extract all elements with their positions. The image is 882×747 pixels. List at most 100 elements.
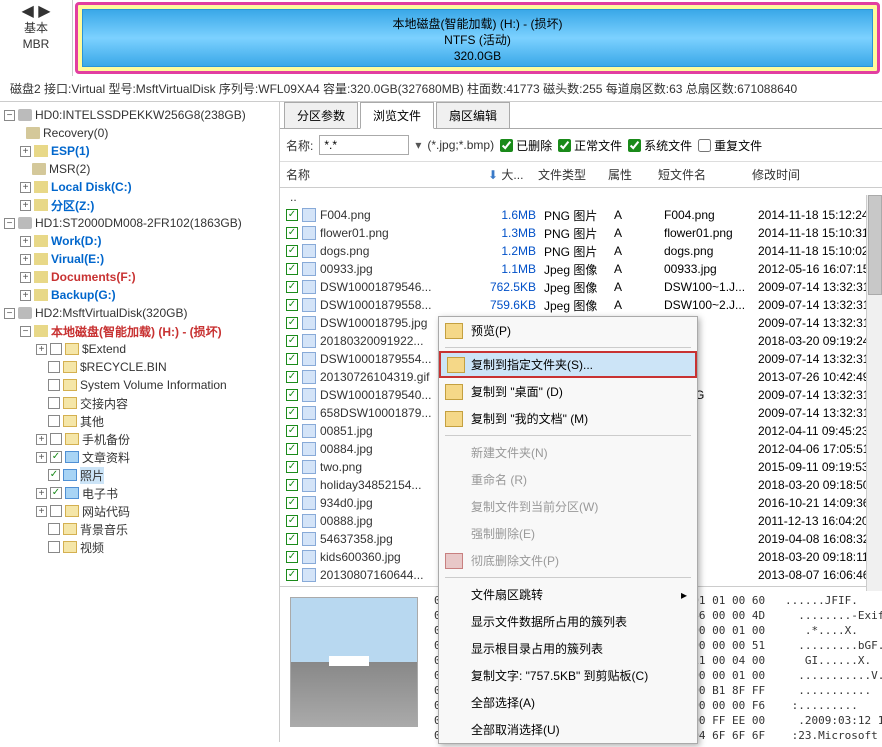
row-checkbox[interactable] [286,335,298,347]
menu-show-root-clusters[interactable]: 显示根目录占用的簇列表 [439,635,697,662]
row-checkbox[interactable] [286,371,298,383]
tree-hd2[interactable]: HD2:MsftVirtualDisk(320GB) [35,306,187,320]
menu-copy-current: 复制文件到当前分区(W) [439,493,697,520]
filter-hint: (*.jpg;*.bmp) [427,138,494,152]
table-row[interactable]: F004.png1.6MBPNG 图片AF004.png2014-11-18 1… [280,206,882,224]
tab-browse-files[interactable]: 浏览文件 [360,102,434,129]
chk-normal[interactable] [558,139,571,152]
row-checkbox[interactable] [286,569,298,581]
row-checkbox[interactable] [286,533,298,545]
menu-show-clusters[interactable]: 显示文件数据所占用的簇列表 [439,608,697,635]
menu-sector-jump[interactable]: 文件扇区跳转▸ [439,581,697,608]
disk-tree[interactable]: −HD0:INTELSSDPEKKW256G8(238GB) Recovery(… [0,102,280,742]
menu-select-all[interactable]: 全部选择(A) [439,689,697,716]
preview-icon [445,323,463,339]
file-icon [302,316,316,330]
tree-wangzhan[interactable]: 网站代码 [82,503,130,520]
row-checkbox[interactable] [286,443,298,455]
scrollbar[interactable] [866,195,882,591]
name-filter-input[interactable] [319,135,409,155]
row-checkbox[interactable] [286,515,298,527]
row-checkbox[interactable] [286,281,298,293]
col-attr[interactable]: 属性 [602,164,652,185]
menu-copy-to-folder[interactable]: 复制到指定文件夹(S)... [439,351,697,378]
menu-copy-documents[interactable]: 复制到 "我的文档" (M) [439,405,697,432]
tree-shipin[interactable]: 视频 [80,539,104,556]
tree-zhaopian[interactable]: 照片 [80,467,104,484]
table-row[interactable]: dogs.png1.2MBPNG 图片Adogs.png2014-11-18 1… [280,242,882,260]
file-icon [302,388,316,402]
row-checkbox[interactable] [286,389,298,401]
partition-size: 320.0GB [83,48,872,64]
tree-beijing[interactable]: 背景音乐 [80,521,128,538]
row-checkbox[interactable] [286,245,298,257]
tree-dianzi[interactable]: 电子书 [82,485,118,502]
row-checkbox[interactable] [286,425,298,437]
tree-workd[interactable]: Work(D:) [51,234,101,248]
chk-duplicate[interactable] [698,139,711,152]
row-checkbox[interactable] [286,407,298,419]
col-date[interactable]: 修改时间 [746,164,806,185]
menu-force-delete: 强制删除(E) [439,520,697,547]
tree-qita[interactable]: 其他 [80,413,104,430]
table-row[interactable]: DSW10001879546...762.5KBJpeg 图像ADSW100~1… [280,278,882,296]
tree-backupg[interactable]: Backup(G:) [51,288,116,302]
tree-shouji[interactable]: 手机备份 [82,431,130,448]
tab-partition-params[interactable]: 分区参数 [284,102,358,128]
menu-copy-text[interactable]: 复制文字: "757.5KB" 到剪贴板(C) [439,662,697,689]
file-icon [302,334,316,348]
tree-jiaohu[interactable]: 交接内容 [80,395,128,412]
tree-docsf[interactable]: Documents(F:) [51,270,136,284]
col-name[interactable]: 名称 [280,164,482,185]
tree-partz[interactable]: 分区(Z:) [51,197,94,214]
table-row[interactable]: flower01.png1.3MBPNG 图片Aflower01.png2014… [280,224,882,242]
tree-hd0[interactable]: HD0:INTELSSDPEKKW256G8(238GB) [35,108,246,122]
file-icon [302,262,316,276]
row-checkbox[interactable] [286,209,298,221]
table-row[interactable]: DSW10001879558...759.6KBJpeg 图像ADSW100~2… [280,296,882,314]
column-headers[interactable]: 名称 ⬇ 大... 文件类型 属性 短文件名 修改时间 [280,162,882,188]
partition-bar[interactable]: 本地磁盘(智能加载) (H:) - (损坏) NTFS (活动) 320.0GB [75,2,880,74]
tree-recycle[interactable]: $RECYCLE.BIN [80,360,167,374]
col-type[interactable]: 文件类型 [532,164,602,185]
file-icon [302,532,316,546]
row-checkbox[interactable] [286,353,298,365]
tree-localh[interactable]: 本地磁盘(智能加载) (H:) - (损坏) [51,323,222,340]
row-checkbox[interactable] [286,317,298,329]
tree-localc[interactable]: Local Disk(C:) [51,180,132,194]
row-checkbox[interactable] [286,299,298,311]
chk-deleted[interactable] [500,139,513,152]
row-checkbox[interactable] [286,551,298,563]
chk-system[interactable] [628,139,641,152]
file-icon [302,514,316,528]
tree-esp[interactable]: ESP(1) [51,144,90,158]
row-checkbox[interactable] [286,497,298,509]
tree-wenzhang[interactable]: 文章资料 [82,449,130,466]
col-size[interactable]: 大... [501,166,523,183]
menu-copy-desktop[interactable]: 复制到 "桌面" (D) [439,378,697,405]
delete-icon [445,553,463,569]
nav-arrows[interactable]: ◀ ▶ [0,4,72,20]
tree-extend[interactable]: $Extend [82,342,126,356]
row-checkbox[interactable] [286,263,298,275]
col-short[interactable]: 短文件名 [652,164,746,185]
tab-sector-edit[interactable]: 扇区编辑 [436,102,510,128]
context-menu: 预览(P) 复制到指定文件夹(S)... 复制到 "桌面" (D) 复制到 "我… [438,316,698,744]
menu-deselect-all[interactable]: 全部取消选择(U) [439,716,697,743]
tree-sysvol[interactable]: System Volume Information [80,378,227,392]
row-checkbox[interactable] [286,227,298,239]
image-thumbnail[interactable] [290,597,418,727]
dots-row[interactable]: .. [280,188,882,206]
tree-msr[interactable]: MSR(2) [49,162,90,176]
table-row[interactable]: 00933.jpg1.1MBJpeg 图像A00933.jpg2012-05-1… [280,260,882,278]
tree-hd1[interactable]: HD1:ST2000DM008-2FR102(1863GB) [35,216,242,230]
row-checkbox[interactable] [286,461,298,473]
scrollbar-thumb[interactable] [868,195,882,295]
menu-preview[interactable]: 预览(P) [439,317,697,344]
row-checkbox[interactable] [286,479,298,491]
tree-viruale[interactable]: Virual(E:) [51,252,104,266]
tree-recovery[interactable]: Recovery(0) [43,126,108,140]
name-filter-label: 名称: [286,137,313,154]
basic-mbr-panel: ◀ ▶ 基本 MBR [0,0,73,76]
file-icon [302,424,316,438]
